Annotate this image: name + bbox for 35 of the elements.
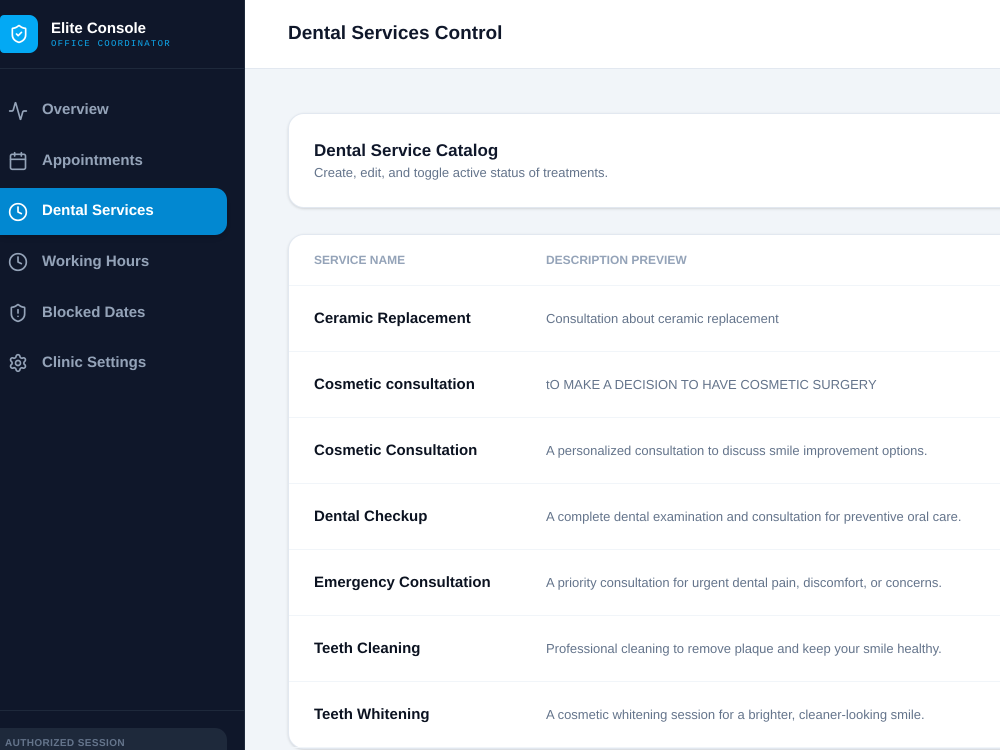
catalog-description: Create, edit, and toggle active status of treatments. xyxy=(314,164,610,182)
service-name: Teeth Cleaning xyxy=(314,640,420,656)
page-title: Dental Services Control xyxy=(288,22,502,46)
service-description: A cosmetic whitening session for a brighter, cleaner-looking smile. xyxy=(546,706,925,722)
service-description: A priority consultation for urgent dental pain, discomfort, or concerns. xyxy=(546,574,942,590)
nav-item[interactable]: Dental Services xyxy=(0,188,227,236)
service-description: A personalized consultation to discuss smile improvement options. xyxy=(546,442,928,458)
column-heading: SERVICE NAME xyxy=(314,253,406,267)
shield-check-icon xyxy=(0,15,38,53)
service-name: Cosmetic Consultation xyxy=(314,442,478,458)
nav-item[interactable]: Working Hours xyxy=(0,238,227,286)
nav-item[interactable]: Appointments xyxy=(0,138,227,185)
service-description: Consultation about ceramic replacement xyxy=(546,310,779,326)
app-title: Elite Console xyxy=(51,18,148,38)
clock-icon xyxy=(8,202,28,222)
session-label: AUTHORIZED SESSION xyxy=(5,738,126,750)
service-description: tO MAKE A DECISION TO HAVE COSMETIC SURGERY xyxy=(546,376,877,392)
service-name: Emergency Consultation xyxy=(314,574,491,590)
pulse-icon xyxy=(8,100,28,120)
column-heading: DESCRIPTION PREVIEW xyxy=(546,253,687,267)
nav-item[interactable]: Clinic Settings xyxy=(0,340,227,387)
nav-item[interactable]: Blocked Dates xyxy=(0,289,227,336)
clock-icon xyxy=(8,252,28,272)
service-name: Cosmetic consultation xyxy=(314,376,475,392)
service-name: Teeth Whitening xyxy=(314,706,430,722)
service-name: Dental Checkup xyxy=(314,508,428,524)
service-description: A complete dental examination and consultation for preventive oral care. xyxy=(546,508,962,524)
catalog-title: Dental Service Catalog xyxy=(314,140,500,162)
calendar-icon xyxy=(8,151,28,172)
shield-alert-icon xyxy=(8,302,28,323)
nav-item[interactable]: Overview xyxy=(0,87,227,134)
service-description: Professional cleaning to remove plaque and keep your smile healthy. xyxy=(546,640,942,656)
settings-icon xyxy=(8,353,28,374)
service-name: Ceramic Replacement xyxy=(314,310,471,326)
app-subtitle: OFFICE COORDINATOR xyxy=(51,38,171,50)
